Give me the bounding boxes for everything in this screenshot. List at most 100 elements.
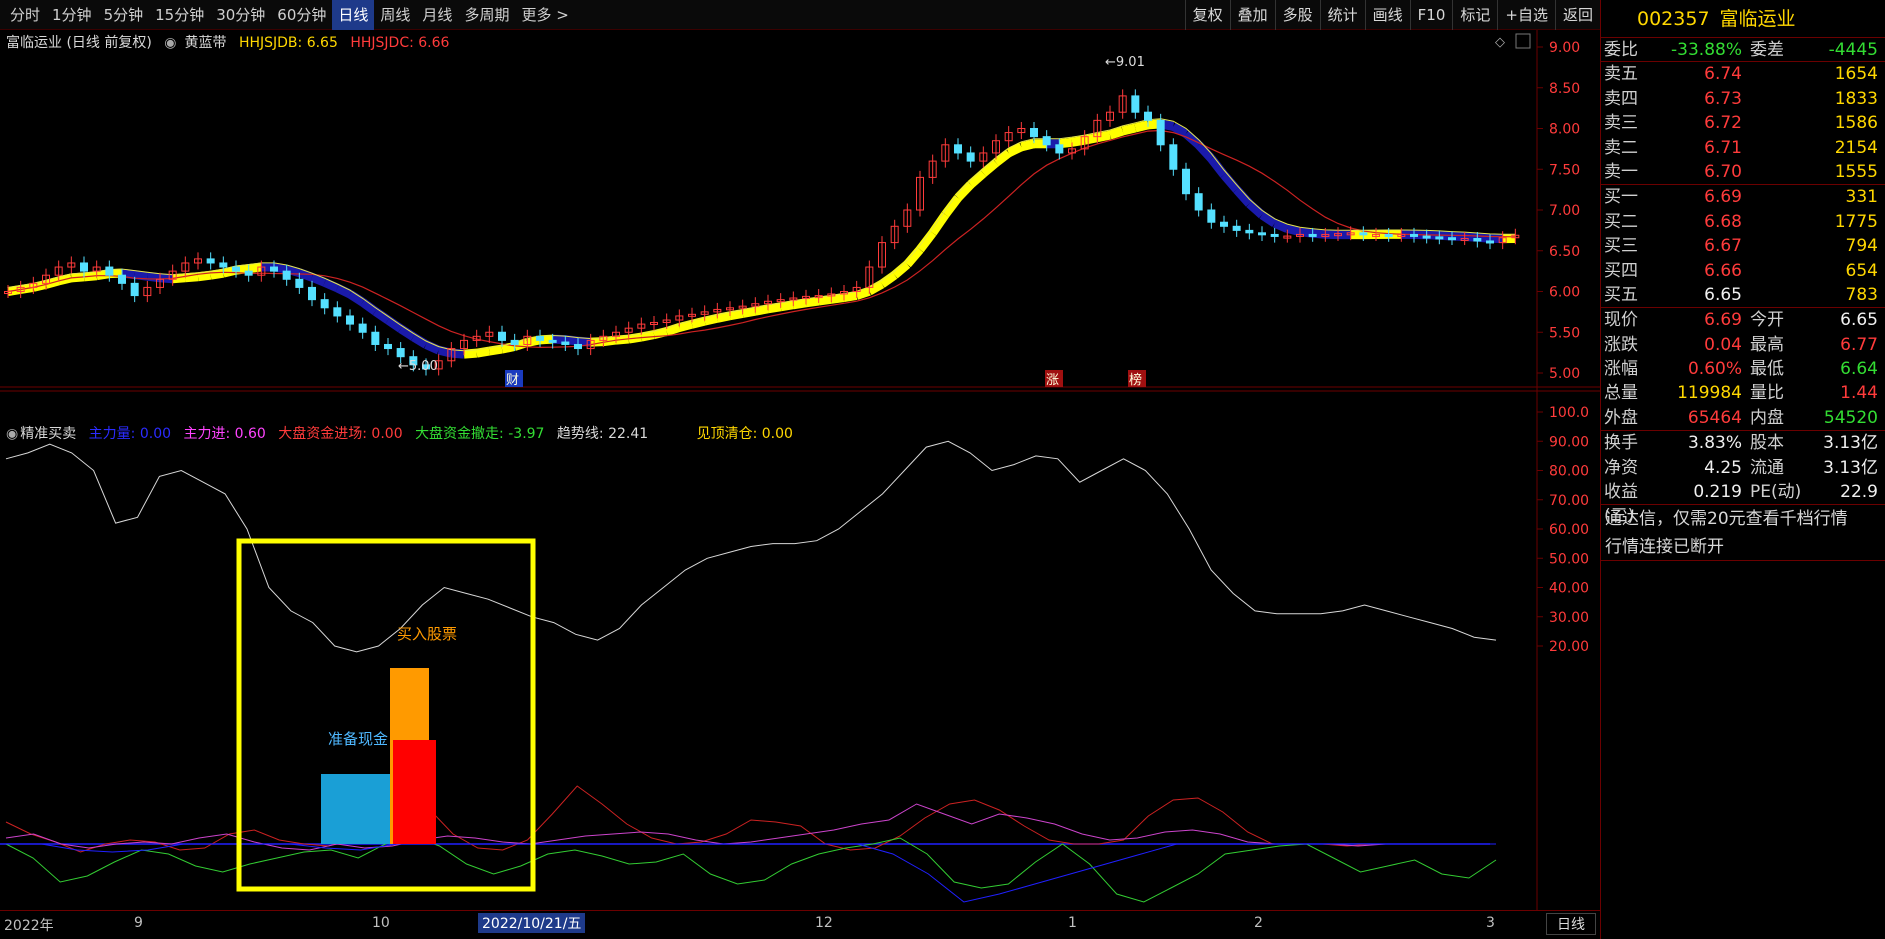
indicator-collapse-icon[interactable]: ◉	[164, 35, 176, 51]
quote-panel: 002357 富临运业 委比 -33.88% 委差 -4445 卖五 6.74 1…	[1600, 0, 1885, 939]
stat-value: 3.13亿	[1823, 433, 1878, 454]
period-tab[interactable]: 日线	[332, 0, 375, 30]
stat-label: 最高	[1750, 334, 1784, 355]
low-price-label: ←5.00	[398, 359, 438, 374]
indicator-name[interactable]: 黄蓝带	[185, 35, 227, 51]
candle-body	[1169, 144, 1178, 170]
book-price[interactable]: 6.74	[1662, 62, 1742, 86]
book-price[interactable]: 6.68	[1662, 210, 1742, 234]
period-tab[interactable]: 1分钟	[46, 0, 98, 30]
stat-label: 最低	[1750, 359, 1784, 380]
candle-body	[498, 331, 506, 341]
dpjc-value: 大盘资金进场: 0.00	[278, 426, 403, 442]
stat-label: 收益(三)	[1604, 482, 1638, 527]
high-price-label: ←9.01	[1105, 55, 1145, 70]
book-price[interactable]: 6.69	[1662, 185, 1742, 209]
book-level-label: 买五	[1604, 284, 1638, 305]
buy-bar-red	[393, 740, 436, 844]
book-price[interactable]: 6.65	[1662, 283, 1742, 307]
book-price[interactable]: 6.66	[1662, 259, 1742, 283]
book-volume: 1775	[1834, 211, 1878, 232]
sub-indicator-name[interactable]: 精准买卖	[20, 426, 76, 442]
sub-collapse-icon[interactable]: ◉	[6, 426, 18, 442]
period-tab[interactable]: 周线	[374, 0, 416, 30]
book-level-label: 卖一	[1604, 161, 1638, 182]
book-volume: 1833	[1834, 88, 1878, 109]
toolbar-button[interactable]: 叠加	[1229, 0, 1275, 30]
book-price[interactable]: 6.72	[1662, 111, 1742, 135]
period-tab[interactable]: 分时	[4, 0, 46, 30]
y-tick-label: 8.50	[1549, 81, 1580, 97]
period-tabs: 分时 1分钟 5分钟 15分钟 30分钟 60分钟 日线 周线 月线 多周期 更多 >	[0, 0, 575, 30]
stat-value: 1.44	[1840, 383, 1878, 404]
period-tab[interactable]: 5分钟	[98, 0, 150, 30]
chart-title: 富临运业 (日线 前复权)	[6, 35, 152, 51]
toolbar-button[interactable]: 返回	[1554, 0, 1600, 30]
toolbar-button[interactable]: 画线	[1364, 0, 1410, 30]
y-tick-label: 60.00	[1549, 522, 1589, 538]
toolbar-actions: 复权 叠加 多股 统计 画线 F10 标记 +自选 返回	[1184, 0, 1600, 30]
stat-value: 0.04	[1704, 334, 1742, 355]
y-tick-label: 9.00	[1549, 40, 1580, 56]
toolbar-button[interactable]: 复权	[1184, 0, 1230, 30]
stat-row: 换手 3.83% 股本 3.13亿	[1601, 431, 1885, 455]
connection-status: 行情连接已断开	[1601, 533, 1885, 562]
toolbar-button[interactable]: F10	[1409, 0, 1453, 30]
toolbar-button[interactable]: 统计	[1319, 0, 1365, 30]
event-marker-label: 榜	[1129, 372, 1142, 388]
candle-body	[561, 341, 570, 345]
candle-body	[1156, 119, 1165, 146]
book-row: 卖四 6.73 1833	[1601, 87, 1885, 111]
book-price[interactable]: 6.67	[1662, 234, 1742, 258]
book-price[interactable]: 6.71	[1662, 136, 1742, 160]
stat-label: PE(动)	[1750, 482, 1802, 503]
stat-value: 0.219	[1693, 482, 1742, 503]
toolbar-button[interactable]: 多股	[1274, 0, 1320, 30]
annotation-cash-label: 准备现金	[328, 730, 388, 748]
toolbar-button[interactable]: +自选	[1497, 0, 1555, 30]
book-row: 卖三 6.72 1586	[1601, 111, 1885, 135]
period-tab[interactable]: 更多 >	[515, 0, 574, 30]
trend-band	[678, 319, 694, 332]
period-tab[interactable]: 月线	[416, 0, 458, 30]
period-tab[interactable]: 30分钟	[210, 0, 271, 30]
fundamentals: 换手 3.83% 股本 3.13亿 净资 4.25 流通 3.13亿 收益(三) 0…	[1601, 431, 1885, 527]
book-row: 买四 6.66 654	[1601, 259, 1885, 283]
y-tick-label: 8.00	[1549, 122, 1580, 138]
stat-label: 内盘	[1750, 407, 1784, 428]
book-price[interactable]: 6.73	[1662, 87, 1742, 111]
stat-label: 换手	[1604, 433, 1638, 454]
period-select-button[interactable]: 日线	[1546, 913, 1596, 935]
chart-area[interactable]: 9.00 8.50 8.00 7.50 7.00 6.50 6.00 5.50 5.00 ←9.0…	[0, 30, 1600, 912]
trend-band	[501, 342, 516, 354]
period-tab[interactable]: 多周期	[458, 0, 515, 30]
stat-value: 0.60%	[1687, 359, 1742, 380]
candle-body	[396, 348, 405, 358]
sub-legend: ◉ 精准买卖 主力量: 0.00 主力进: 0.60 大盘资金进场: 0.00 大…	[6, 423, 801, 443]
candle-body	[1245, 229, 1254, 234]
weibi-value: -33.88%	[1671, 40, 1742, 60]
toolbar-button[interactable]: 标记	[1452, 0, 1497, 30]
y-tick-label: 20.00	[1549, 639, 1589, 655]
candle-body	[1042, 136, 1051, 146]
book-volume: 1586	[1834, 113, 1878, 134]
candle-body	[1131, 95, 1140, 113]
trend-band	[1134, 120, 1150, 133]
trend-band	[1121, 123, 1137, 136]
stat-value: 3.13亿	[1823, 457, 1878, 478]
hhjsjdc-value: HHJSJDC: 6.66	[350, 35, 450, 51]
candle-body	[1030, 128, 1038, 138]
promo-message[interactable]: 通达信，仅需20元查看千档行情	[1601, 505, 1885, 533]
y-tick-label: 7.00	[1549, 203, 1580, 219]
book-price[interactable]: 6.70	[1662, 160, 1742, 184]
trend-band	[184, 272, 199, 283]
book-level-label: 买二	[1604, 211, 1638, 232]
book-level-label: 卖二	[1604, 137, 1638, 158]
period-tab[interactable]: 60分钟	[271, 0, 332, 30]
period-tab[interactable]: 15分钟	[149, 0, 210, 30]
candle-body	[1194, 193, 1203, 211]
book-level-label: 买一	[1604, 187, 1638, 208]
candle-body	[371, 331, 380, 345]
chart-canvas[interactable]: 9.00 8.50 8.00 7.50 7.00 6.50 6.00 5.50 5.00 ←9.0…	[0, 30, 1600, 912]
trend-band	[488, 344, 503, 356]
